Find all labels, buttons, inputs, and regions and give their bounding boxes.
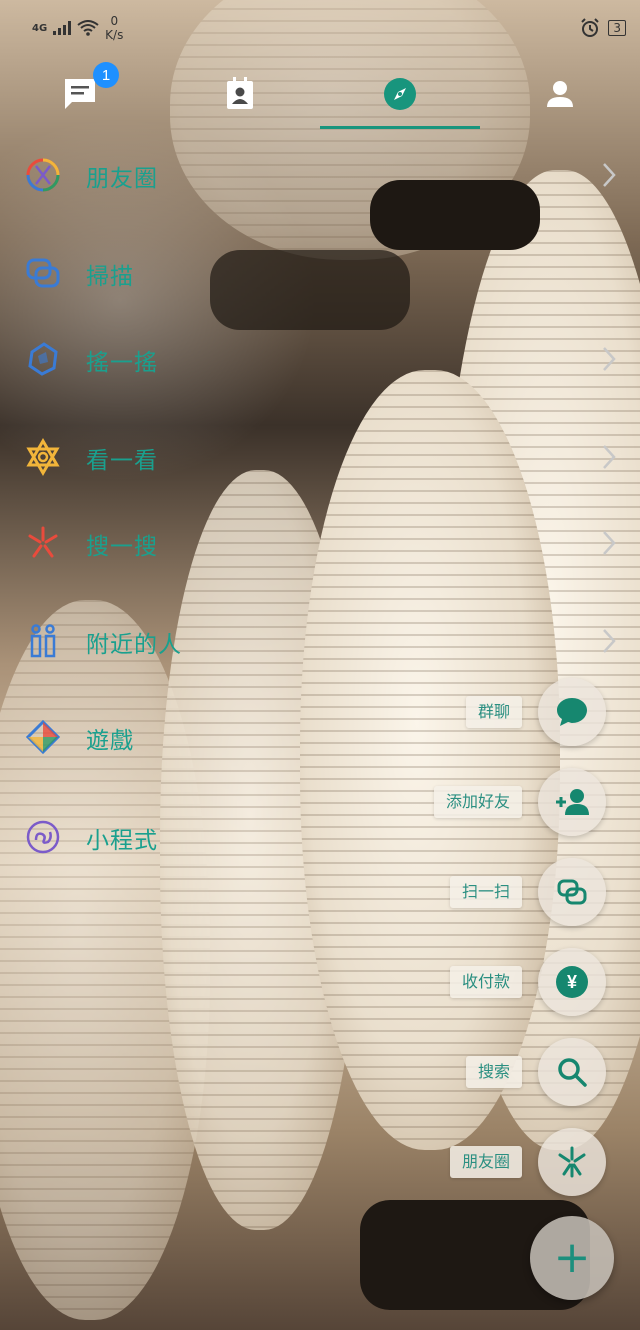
group-chat-icon xyxy=(557,698,587,726)
active-tab-indicator xyxy=(320,126,480,129)
search-sparkle-icon xyxy=(28,526,58,558)
menu-item-label: 搖一搖 xyxy=(86,350,158,376)
dial-item-search[interactable]: 搜索 xyxy=(6,1038,606,1108)
shake-icon xyxy=(28,342,58,376)
add-friend-button[interactable] xyxy=(538,768,606,836)
menu-item-search[interactable]: 搜一搜 xyxy=(0,512,640,572)
chevron-right-icon xyxy=(603,629,616,653)
group-chat-button[interactable] xyxy=(538,678,606,746)
dial-label: 扫一扫 xyxy=(449,876,522,908)
signal-icon xyxy=(53,21,72,35)
top-tab-bar: 1 xyxy=(0,60,640,132)
menu-item-label: 朋友圈 xyxy=(86,166,158,192)
network-type: 4G xyxy=(32,22,48,34)
menu-item-scan[interactable]: 掃描 xyxy=(0,242,640,302)
person-icon xyxy=(547,81,573,107)
chevron-right-icon xyxy=(603,445,616,469)
wifi-icon xyxy=(77,20,99,36)
nearby-people-icon xyxy=(30,624,56,658)
moments-icon xyxy=(558,1146,586,1178)
dial-label: 添加好友 xyxy=(433,786,522,818)
battery-indicator: 3 xyxy=(608,20,626,36)
tab-me[interactable] xyxy=(480,60,640,128)
dial-item-scan[interactable]: 扫一扫 xyxy=(6,858,606,928)
payment-button[interactable]: ¥ xyxy=(538,948,606,1016)
network-speed: 0 K/s xyxy=(105,14,124,42)
compass-icon xyxy=(384,78,416,110)
menu-item-label: 掃描 xyxy=(86,264,134,290)
menu-item-moments[interactable]: 朋友圈 xyxy=(0,144,640,204)
menu-item-top-stories[interactable]: 看一看 xyxy=(0,426,640,486)
status-bar: 4G 0 K/s 3 xyxy=(0,10,640,50)
dial-item-group-chat[interactable]: 群聊 xyxy=(6,678,606,748)
moments-button[interactable] xyxy=(538,1128,606,1196)
moments-icon xyxy=(26,158,60,192)
menu-item-label: 看一看 xyxy=(86,448,158,474)
dial-label: 收付款 xyxy=(449,966,522,998)
dial-label: 朋友圈 xyxy=(449,1146,522,1178)
dial-item-payment[interactable]: 收付款 ¥ xyxy=(6,948,606,1018)
menu-item-shake[interactable]: 搖一搖 xyxy=(0,328,640,388)
unread-badge: 1 xyxy=(93,62,119,88)
tab-chats[interactable]: 1 xyxy=(0,60,160,128)
chevron-right-icon xyxy=(603,531,616,555)
chevron-right-icon xyxy=(603,163,616,187)
scan-button[interactable] xyxy=(538,858,606,926)
add-friend-icon xyxy=(556,789,589,815)
scan-icon xyxy=(26,258,60,288)
tab-contacts[interactable] xyxy=(160,60,320,128)
menu-item-label: 搜一搜 xyxy=(86,534,158,560)
plus-icon: + xyxy=(553,1232,591,1283)
chat-icon xyxy=(65,79,95,109)
contacts-icon xyxy=(227,77,253,109)
alarm-icon xyxy=(581,18,600,37)
scan-icon xyxy=(557,879,587,905)
menu-item-nearby-people[interactable]: 附近的人 xyxy=(0,610,640,670)
search-button[interactable] xyxy=(538,1038,606,1106)
dial-label: 群聊 xyxy=(465,696,522,728)
top-stories-icon xyxy=(26,438,60,476)
dial-label: 搜索 xyxy=(465,1056,522,1088)
fab-add-button[interactable]: + xyxy=(530,1216,614,1300)
search-icon xyxy=(558,1058,587,1087)
chevron-right-icon xyxy=(603,347,616,371)
dial-item-moments[interactable]: 朋友圈 xyxy=(6,1128,606,1198)
dial-item-add-friend[interactable]: 添加好友 xyxy=(6,768,606,838)
yuan-icon: ¥ xyxy=(556,966,588,998)
menu-item-label: 附近的人 xyxy=(86,632,182,658)
tab-discover[interactable] xyxy=(320,60,480,128)
